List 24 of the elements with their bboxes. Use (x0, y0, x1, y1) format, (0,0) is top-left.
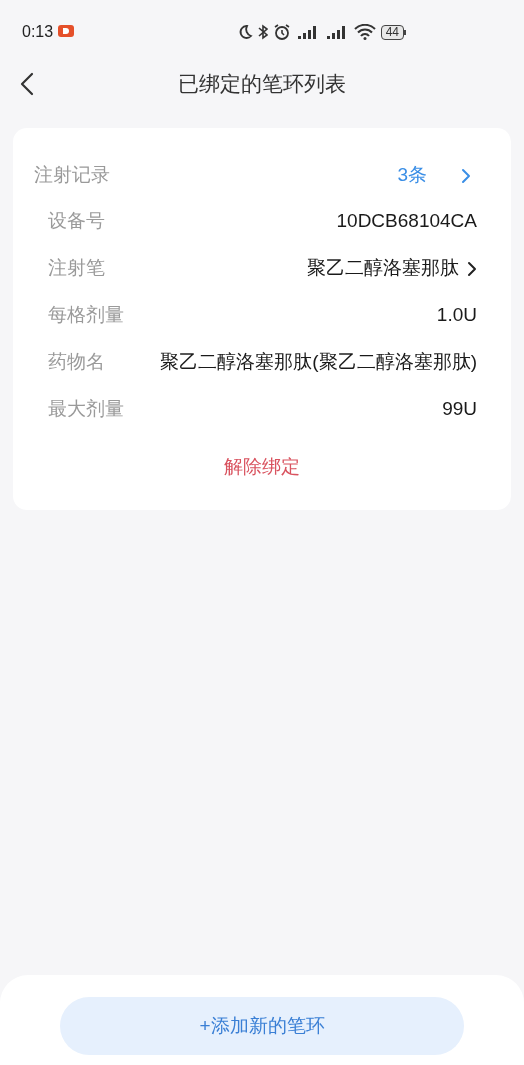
alarm-icon (272, 23, 291, 41)
page-title: 已绑定的笔环列表 (178, 71, 346, 98)
field-value: 99U (442, 397, 477, 422)
status-time: 0:13 (22, 22, 54, 42)
field-value: 聚乙二醇洛塞那肽 (307, 256, 459, 281)
field-label: 最大剂量 (48, 397, 124, 422)
field-label: 每格剂量 (48, 303, 124, 328)
field-value: 1.0U (436, 303, 477, 328)
field-label: 注射记录 (34, 163, 110, 188)
battery-indicator: 44 (380, 24, 406, 40)
injection-record-row[interactable]: 注射记录 3条 (13, 153, 511, 198)
bluetooth-icon (257, 24, 268, 40)
app-notification-icon (57, 24, 76, 40)
field-label: 注射笔 (48, 256, 105, 281)
back-icon[interactable] (20, 72, 34, 96)
record-count: 3条 (397, 163, 427, 188)
add-pen-button[interactable]: +添加新的笔环 (60, 997, 464, 1055)
field-value: 聚乙二醇洛塞那肽(聚乙二醇洛塞那肽) (160, 350, 477, 375)
wifi-icon (353, 24, 376, 40)
field-label: 设备号 (48, 209, 105, 234)
chevron-right-icon (461, 167, 471, 184)
unbind-button[interactable]: 解除绑定 (224, 453, 300, 482)
field-value: 10DCB68104CA (336, 209, 477, 234)
field-label: 药物名 (48, 350, 105, 375)
